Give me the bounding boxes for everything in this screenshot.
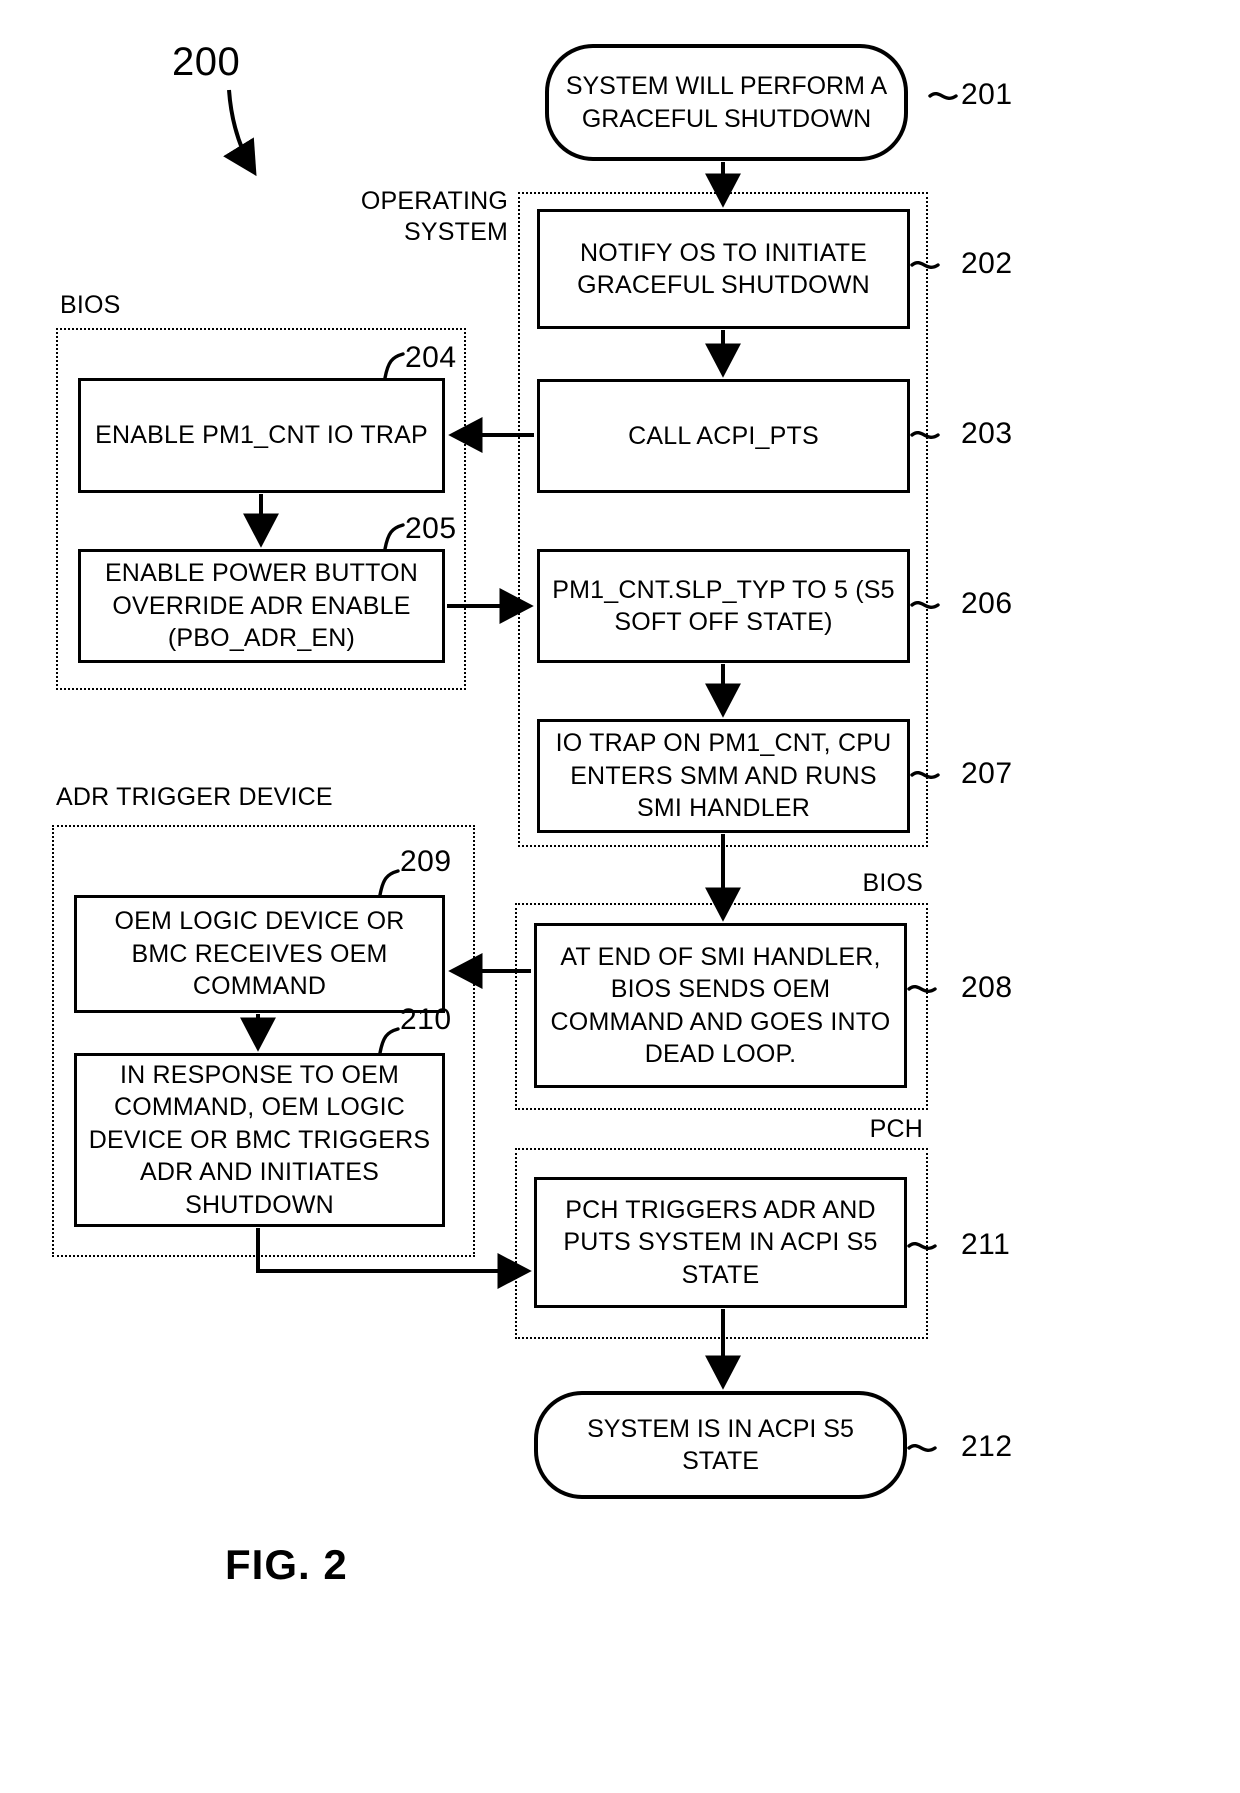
node-207-label: IO TRAP ON PM1_CNT, CPU ENTERS SMM AND R…	[555, 729, 892, 823]
ref-numeral-205: 205	[405, 512, 457, 545]
ref-numeral-207: 207	[961, 757, 1013, 790]
ref-numeral-203: 203	[961, 417, 1013, 450]
node-210-oem-logic-triggers-adr-initiates-shutdown[interactable]: IN RESPONSE TO OEM COMMAND, OEM LOGIC DE…	[74, 1053, 445, 1227]
ref-numeral-208: 208	[961, 971, 1013, 1004]
ref-numeral-211: 211	[961, 1228, 1011, 1261]
group-label-pch: PCH	[869, 1115, 923, 1143]
node-208-label: AT END OF SMI HANDLER, BIOS SENDS OEM CO…	[550, 942, 891, 1069]
figure-caption: FIG. 2	[225, 1541, 348, 1588]
node-203-call-acpi-pts[interactable]: CALL ACPI_PTS	[537, 379, 910, 493]
node-211-pch-triggers-adr-acpi-s5[interactable]: PCH TRIGGERS ADR AND PUTS SYSTEM IN ACPI…	[534, 1177, 907, 1308]
ref-numeral-201: 201	[961, 78, 1013, 111]
group-label-bios-right: BIOS	[862, 869, 923, 897]
diagram-number-arrow	[223, 89, 257, 177]
ref-numeral-204: 204	[405, 341, 457, 374]
group-label-adr-trigger: ADR TRIGGER DEVICE	[56, 783, 333, 811]
node-212-label: SYSTEM IS IN ACPI S5 STATE	[587, 1414, 854, 1476]
node-204-enable-pm1-cnt-io-trap[interactable]: ENABLE PM1_CNT IO TRAP	[78, 378, 445, 493]
node-206-pm1-cnt-slp-typ-to-5[interactable]: PM1_CNT.SLP_TYP TO 5 (S5 SOFT OFF STATE)	[537, 549, 910, 663]
node-211-label: PCH TRIGGERS ADR AND PUTS SYSTEM IN ACPI…	[563, 1195, 878, 1289]
patent-figure-page: OPERATING SYSTEM BIOS ADR TRIGGER DEVICE…	[0, 0, 1240, 1793]
group-label-bios-left: BIOS	[60, 291, 121, 319]
group-label-operating-system: OPERATING SYSTEM	[360, 187, 508, 246]
node-206-label: PM1_CNT.SLP_TYP TO 5 (S5 SOFT OFF STATE)	[552, 575, 895, 637]
node-205-label: ENABLE POWER BUTTON OVERRIDE ADR ENABLE …	[104, 559, 419, 653]
node-208-bios-sends-oem-command-dead-loop[interactable]: AT END OF SMI HANDLER, BIOS SENDS OEM CO…	[534, 923, 907, 1088]
node-204-label: ENABLE PM1_CNT IO TRAP	[95, 421, 428, 450]
node-202-label: NOTIFY OS TO INITIATE GRACEFUL SHUTDOWN	[577, 238, 870, 300]
ref-numeral-210: 210	[400, 1003, 452, 1036]
node-210-label: IN RESPONSE TO OEM COMMAND, OEM LOGIC DE…	[88, 1060, 431, 1219]
ref-numeral-209: 209	[400, 845, 452, 878]
node-207-io-trap-cpu-enters-smm[interactable]: IO TRAP ON PM1_CNT, CPU ENTERS SMM AND R…	[537, 719, 910, 833]
leader-212	[907, 1444, 937, 1452]
node-202-notify-os-initiate-graceful-shutdown[interactable]: NOTIFY OS TO INITIATE GRACEFUL SHUTDOWN	[537, 209, 910, 329]
node-209-oem-logic-device-bmc-receives-command[interactable]: OEM LOGIC DEVICE OR BMC RECEIVES OEM COM…	[74, 895, 445, 1013]
ref-numeral-202: 202	[961, 247, 1013, 280]
node-205-enable-power-button-override-adr-enable[interactable]: ENABLE POWER BUTTON OVERRIDE ADR ENABLE …	[78, 549, 445, 663]
leader-201	[928, 92, 958, 100]
ref-numeral-212: 212	[961, 1430, 1013, 1463]
node-209-label: OEM LOGIC DEVICE OR BMC RECEIVES OEM COM…	[114, 907, 405, 1001]
node-201-label: SYSTEM WILL PERFORM A GRACEFUL SHUTDOWN	[565, 72, 888, 133]
node-203-label: CALL ACPI_PTS	[628, 421, 819, 450]
ref-numeral-206: 206	[961, 587, 1013, 620]
node-201-system-will-perform-graceful-shutdown[interactable]: SYSTEM WILL PERFORM A GRACEFUL SHUTDOWN	[545, 44, 908, 161]
node-212-system-is-in-acpi-s5-state[interactable]: SYSTEM IS IN ACPI S5 STATE	[534, 1391, 907, 1499]
diagram-number-200: 200	[172, 40, 241, 84]
